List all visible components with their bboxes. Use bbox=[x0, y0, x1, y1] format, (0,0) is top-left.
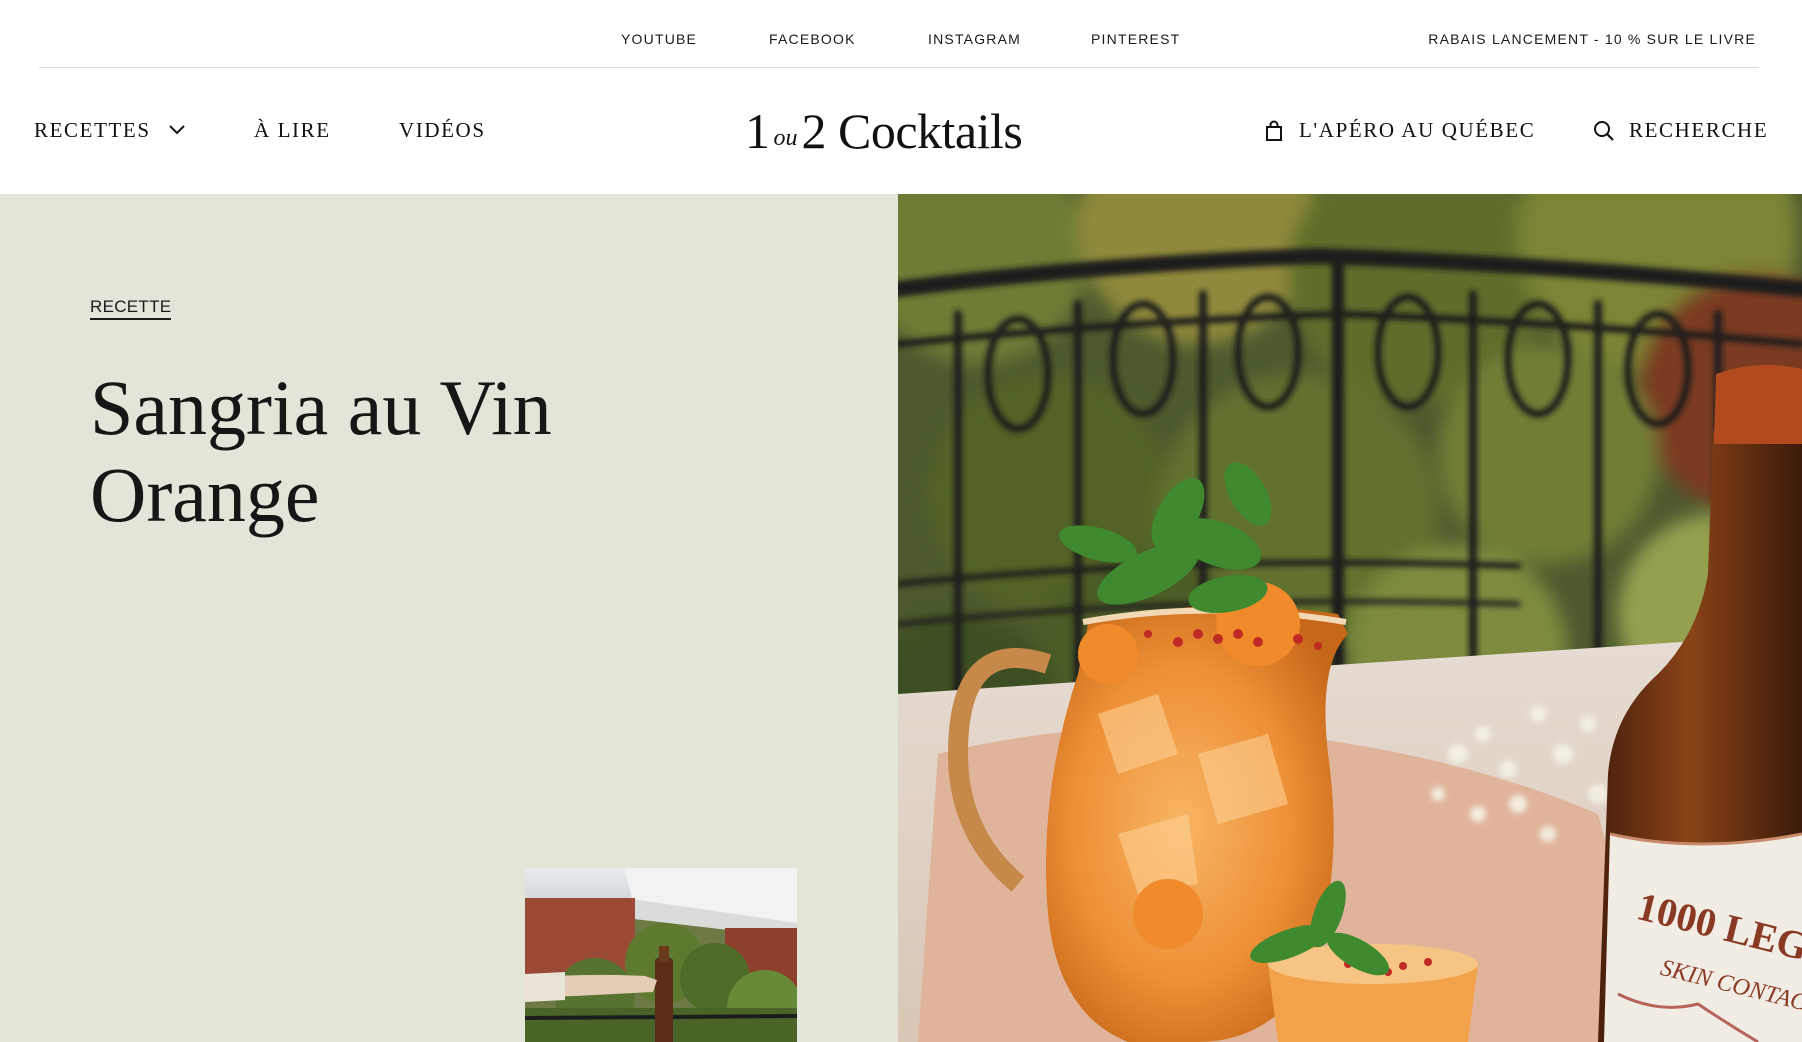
thumbnail-image[interactable] bbox=[525, 868, 797, 1042]
shopping-bag-icon[interactable] bbox=[1265, 120, 1283, 142]
chevron-down-icon[interactable] bbox=[168, 123, 186, 137]
top-utility-bar: YOUTUBE FACEBOOK INSTAGRAM PINTEREST RAB… bbox=[39, 0, 1759, 68]
logo-wordmark: 2 Cocktails bbox=[801, 103, 1023, 159]
nav-videos[interactable]: VIDÉOS bbox=[399, 118, 486, 143]
logo-ou: ou bbox=[773, 125, 798, 151]
nav-recherche[interactable]: RECHERCHE bbox=[1629, 118, 1768, 143]
category-tag[interactable]: RECETTE bbox=[90, 297, 172, 320]
promo-link[interactable]: RABAIS LANCEMENT - 10 % SUR LE LIVRE bbox=[1428, 31, 1756, 47]
title-line-2: Orange bbox=[90, 451, 320, 538]
hero-photo: 1000 LEGUAS SKIN CONTACT bbox=[898, 194, 1802, 1042]
main-navigation: RECETTES À LIRE VIDÉOS 1 ou2 Cocktails L'… bbox=[0, 68, 1802, 194]
nav-apero-quebec[interactable]: L'APÉRO AU QUÉBEC bbox=[1299, 118, 1535, 143]
title-line-1: Sangria au Vin bbox=[90, 364, 552, 451]
page-title: Sangria au Vin Orange bbox=[90, 364, 790, 538]
search-icon[interactable] bbox=[1593, 120, 1615, 142]
hero-text-panel: RECETTE Sangria au Vin Orange bbox=[0, 194, 898, 1042]
site-logo[interactable]: 1 ou2 Cocktails bbox=[745, 102, 1023, 162]
logo-number-one: 1 bbox=[745, 103, 770, 159]
youtube-link[interactable]: YOUTUBE bbox=[621, 31, 697, 47]
nav-a-lire[interactable]: À LIRE bbox=[254, 118, 331, 143]
pinterest-link[interactable]: PINTEREST bbox=[1091, 31, 1180, 47]
facebook-link[interactable]: FACEBOOK bbox=[769, 31, 856, 47]
instagram-link[interactable]: INSTAGRAM bbox=[928, 31, 1021, 47]
nav-recettes[interactable]: RECETTES bbox=[34, 118, 151, 143]
article-intro-text bbox=[90, 1031, 450, 1042]
